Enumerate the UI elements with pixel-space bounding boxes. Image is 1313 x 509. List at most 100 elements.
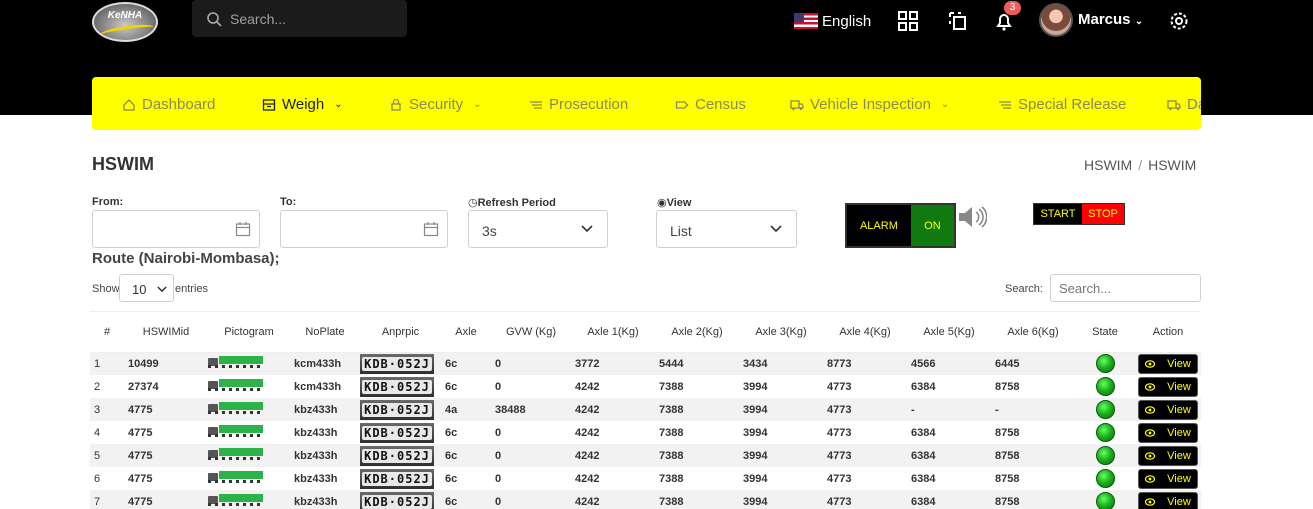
- cell-gvw: 0: [495, 357, 502, 370]
- table-search-input[interactable]: [1050, 274, 1201, 302]
- number-plate-image[interactable]: KDB·052J: [360, 422, 434, 443]
- route-label: Route (Nairobi-Mombasa);: [92, 250, 280, 267]
- column-header[interactable]: Axle 5(Kg): [907, 312, 991, 353]
- cell-id: 4775: [128, 495, 153, 508]
- refresh-period-select[interactable]: 3s: [468, 210, 608, 248]
- cell-a2: 7388: [659, 403, 684, 416]
- state-indicator-icon: [1095, 469, 1115, 488]
- calendar-icon: [235, 222, 251, 237]
- global-search-input[interactable]: [230, 9, 400, 29]
- view-button[interactable]: View: [1138, 422, 1198, 443]
- cell-gvw: 0: [495, 495, 502, 508]
- column-header[interactable]: NoPlate: [290, 312, 360, 353]
- view-button[interactable]: View: [1138, 399, 1198, 420]
- kenha-logo[interactable]: KeNHA: [92, 2, 158, 42]
- cell-a6: 8758: [995, 380, 1020, 393]
- truck-icon: [1167, 99, 1181, 110]
- column-header[interactable]: Axle 2(Kg): [655, 312, 739, 353]
- speaker-icon[interactable]: [957, 205, 987, 229]
- column-header[interactable]: Axle 3(Kg): [739, 312, 823, 353]
- alarm-button[interactable]: ALARM: [847, 205, 911, 246]
- from-date-input[interactable]: [92, 210, 260, 248]
- nav-item-census[interactable]: Census: [675, 96, 746, 113]
- fullscreen-icon[interactable]: [947, 10, 969, 32]
- nav-item-prosecution[interactable]: Prosecution: [529, 96, 628, 113]
- to-date-input[interactable]: [280, 210, 448, 248]
- view-label: View: [1167, 426, 1191, 439]
- cell-a6: 8758: [995, 426, 1020, 439]
- hswim-table: # HSWIMid Pictogram NoPlate Anprpic Axle…: [90, 311, 1201, 509]
- view-button[interactable]: View: [1138, 468, 1198, 489]
- stop-button[interactable]: STOP: [1082, 204, 1124, 224]
- column-header[interactable]: Anprpic: [360, 312, 441, 353]
- plate-image-text: KDB·052J: [362, 471, 432, 486]
- number-plate-image[interactable]: KDB·052J: [360, 445, 434, 466]
- user-menu[interactable]: Marcus ⌄: [1078, 11, 1143, 28]
- nav-label: Security: [409, 96, 464, 113]
- view-button[interactable]: View: [1138, 445, 1198, 466]
- cell-plate: kbz433h: [294, 403, 338, 416]
- cell-gvw: 0: [495, 380, 502, 393]
- alarm-toggle[interactable]: ALARM ON: [845, 203, 956, 248]
- nav-item-vehicle-inspection[interactable]: Vehicle Inspection ⌄: [790, 96, 949, 113]
- alarm-on-button[interactable]: ON: [910, 205, 954, 246]
- cell-plate: kcm433h: [294, 380, 342, 393]
- anpr-image-cell: KDB·052J: [360, 467, 441, 490]
- column-header[interactable]: GVW (Kg): [491, 312, 571, 353]
- view-button[interactable]: View: [1138, 376, 1198, 397]
- cell-gvw: 0: [495, 472, 502, 485]
- lock-icon: [391, 98, 401, 111]
- view-select[interactable]: List: [656, 210, 797, 248]
- nav-item-security[interactable]: Security ⌄: [389, 96, 482, 113]
- number-plate-image[interactable]: KDB·052J: [360, 353, 434, 374]
- nav-item-data[interactable]: Data ⌄: [1167, 96, 1201, 113]
- cell-axle: 4a: [445, 403, 458, 416]
- truck-pictogram-icon: [208, 448, 264, 460]
- view-button[interactable]: View: [1138, 491, 1198, 509]
- column-header[interactable]: Axle 1(Kg): [571, 312, 655, 353]
- anpr-image-cell: KDB·052J: [360, 375, 441, 398]
- number-plate-image[interactable]: KDB·052J: [360, 468, 434, 489]
- state-cell: [1075, 444, 1135, 467]
- view-button[interactable]: View: [1138, 353, 1198, 374]
- column-header[interactable]: Axle: [441, 312, 491, 353]
- breadcrumb-item[interactable]: HSWIM: [1084, 157, 1132, 173]
- number-plate-image[interactable]: KDB·052J: [360, 399, 434, 420]
- nav-item-weigh[interactable]: Weigh ⌄: [262, 96, 343, 113]
- column-header[interactable]: Pictogram: [208, 312, 290, 353]
- column-header[interactable]: Action: [1135, 312, 1201, 353]
- cell-id: 4775: [128, 426, 153, 439]
- cell-a6: 6445: [995, 357, 1020, 370]
- avatar[interactable]: [1039, 3, 1073, 37]
- cell-a1: 4242: [575, 403, 600, 416]
- apps-grid-icon[interactable]: [897, 10, 919, 32]
- column-header[interactable]: Axle 4(Kg): [823, 312, 907, 353]
- state-indicator-icon: [1095, 446, 1115, 465]
- anpr-image-cell: KDB·052J: [360, 421, 441, 444]
- table-row: 2 27374 kcm433h KDB·052J 6c 0 4242 7388 3994 4773…: [90, 375, 1201, 398]
- refresh-period-text: Refresh Period: [477, 197, 556, 209]
- logo-road: [99, 22, 155, 40]
- number-plate-image[interactable]: KDB·052J: [360, 376, 434, 397]
- cell-axle: 6c: [445, 472, 458, 485]
- cell-gvw: 38488: [495, 403, 526, 416]
- column-header[interactable]: HSWIMid: [124, 312, 208, 353]
- cell-a2: 7388: [659, 426, 684, 439]
- nav-item-special-release[interactable]: Special Release: [998, 96, 1126, 113]
- cell-a2: 7388: [659, 380, 684, 393]
- language-selector[interactable]: English: [794, 11, 871, 31]
- nav-item-dashboard[interactable]: Dashboard: [122, 96, 215, 113]
- cell-axle: 6c: [445, 495, 458, 508]
- column-header[interactable]: Axle 6(Kg): [991, 312, 1075, 353]
- number-plate-image[interactable]: KDB·052J: [360, 491, 434, 509]
- cell-a3: 3994: [743, 426, 768, 439]
- refresh-period-value: 3s: [482, 223, 497, 239]
- view-label: View: [1167, 472, 1191, 485]
- list-icon: [999, 100, 1011, 109]
- entries-select[interactable]: 10: [119, 274, 174, 302]
- entries-label: entries: [175, 283, 209, 295]
- column-header[interactable]: #: [90, 312, 124, 353]
- gear-icon[interactable]: [1168, 10, 1190, 32]
- column-header[interactable]: State: [1075, 312, 1135, 353]
- start-button[interactable]: START: [1034, 204, 1082, 224]
